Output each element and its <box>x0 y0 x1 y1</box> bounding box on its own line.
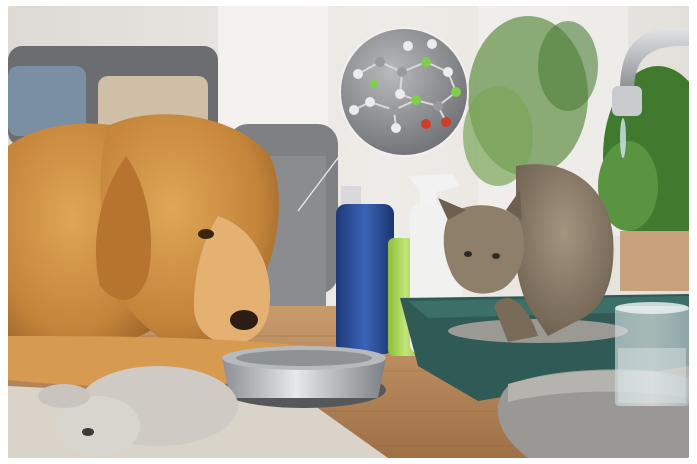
photo-scene <box>8 6 689 458</box>
water-glass <box>615 302 689 406</box>
cat-head <box>443 205 525 294</box>
litter <box>448 319 628 343</box>
cat-eye-left <box>464 251 472 257</box>
scene-svg <box>8 6 689 458</box>
cat-eye-right <box>492 253 500 259</box>
plant-pot <box>620 231 689 291</box>
dog-nose <box>230 310 258 330</box>
molecule-inset <box>339 27 469 157</box>
blue-cleaner-bottle <box>336 186 394 354</box>
food-bowl <box>222 346 386 408</box>
dog-eye <box>198 229 214 239</box>
water-drop <box>620 118 626 158</box>
